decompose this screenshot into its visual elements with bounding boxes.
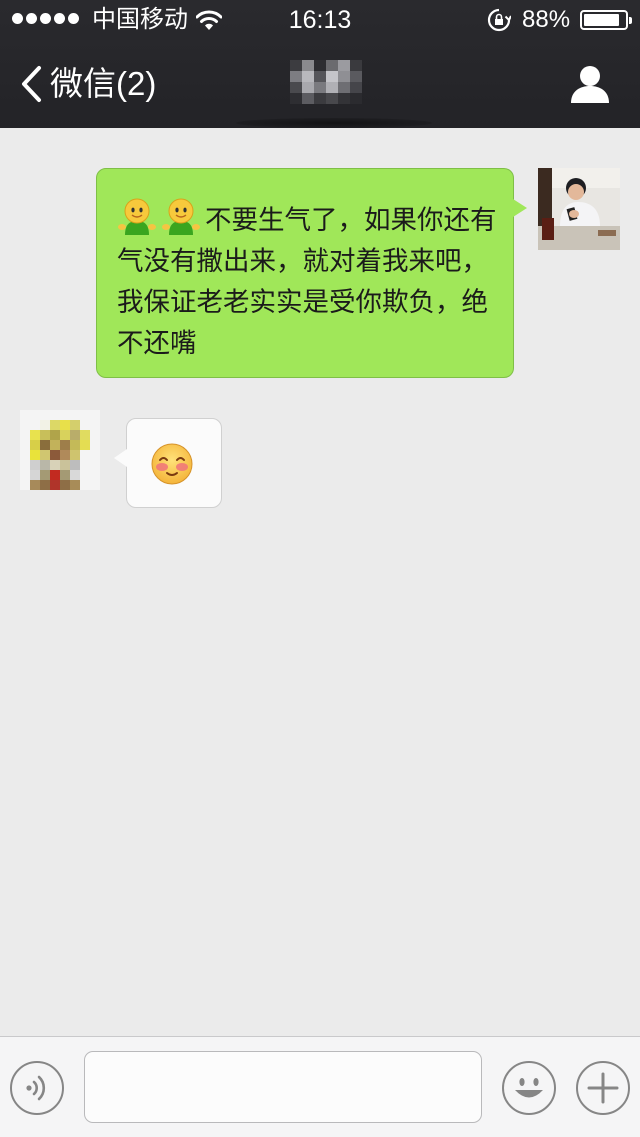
chat-info-button[interactable]: [568, 64, 612, 104]
smiley-icon: [515, 1078, 543, 1098]
back-button[interactable]: 微信(2): [20, 64, 156, 104]
rotation-lock-icon: [487, 8, 511, 32]
more-button[interactable]: [576, 1061, 630, 1115]
emoji-button[interactable]: [502, 1061, 556, 1115]
nav-header: 中国移动 16:13 88% 微信(2): [0, 0, 640, 128]
incoming-message-bubble[interactable]: [114, 418, 222, 508]
bubble-tail: [513, 199, 527, 217]
battery-icon: [580, 10, 632, 30]
input-bar: [0, 1036, 640, 1137]
avatar-pixelated: [20, 410, 102, 490]
person-icon: [571, 66, 609, 103]
outgoing-message-text: 不要生气了，如果你还有气没有撒出来，就对着我来吧，我保证老老实实是受你欺负，绝不…: [117, 197, 497, 364]
chevron-left-icon: [22, 66, 41, 102]
voice-icon: [26, 1075, 46, 1101]
qq-green-doll-emoji: [162, 198, 200, 235]
voice-button[interactable]: [10, 1061, 64, 1115]
bubble-tail: [114, 449, 127, 467]
message-input[interactable]: [84, 1051, 482, 1123]
title-shadow: [236, 118, 432, 128]
chat-title-pixelated: [290, 60, 362, 104]
outgoing-message-bubble[interactable]: 不要生气了，如果你还有气没有撒出来，就对着我来吧，我保证老老实实是受你欺负，绝不…: [96, 168, 527, 378]
avatar-me[interactable]: [538, 168, 620, 250]
qq-green-doll-emoji: [118, 198, 156, 235]
status-bar: 中国移动 16:13 88%: [0, 0, 640, 40]
battery-percent: 88%: [522, 6, 571, 33]
avatar-photo: [538, 168, 620, 250]
back-label: 微信(2): [50, 65, 157, 102]
avatar-contact[interactable]: [20, 410, 102, 500]
plus-icon: [587, 1072, 619, 1104]
blushing-face-emoji: [151, 443, 193, 485]
